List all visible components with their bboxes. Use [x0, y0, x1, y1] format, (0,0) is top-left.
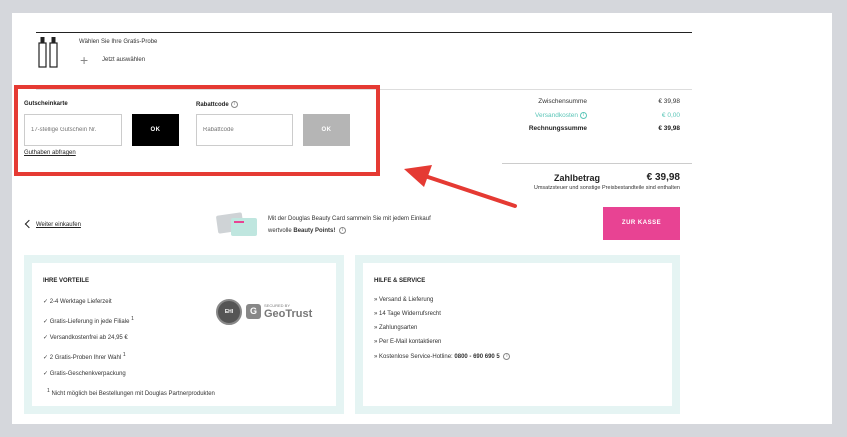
help-item-0: Versand & Lieferung	[379, 297, 434, 303]
chevron-left-icon	[24, 219, 34, 229]
sample-title: Wählen Sie Ihre Gratis-Probe	[79, 39, 158, 45]
benefit-item: ✓ Versandkostenfrei ab 24,95 €	[43, 335, 128, 341]
help-link[interactable]: » Zahlungsarten	[374, 325, 417, 331]
benefit-item: ✓ 2 Gratis-Proben Ihrer Wahl 1	[43, 352, 126, 361]
benefit-item-4: Gratis-Geschenkverpackung	[49, 371, 126, 377]
total-value: € 39,98	[646, 172, 680, 183]
benefits-box-inner: IHRE VORTEILE ✓ 2-4 Werktage Lieferzeit …	[32, 263, 336, 406]
hotline-prefix: Kostenlose Service-Hotline:	[379, 354, 453, 361]
geotrust-big: GeoTrust	[264, 308, 313, 320]
benefit-item-0: 2-4 Werktage Lieferzeit	[49, 299, 112, 305]
footnote-mark: 1	[47, 388, 50, 394]
beauty-line2-prefix: wertvolle	[268, 228, 292, 234]
plus-icon[interactable]: +	[80, 53, 88, 67]
perfume-sample-icon	[38, 37, 58, 68]
arrow-icon	[404, 165, 517, 208]
help-box-inner: HILFE & SERVICE » Versand & Lieferung » …	[363, 263, 672, 406]
help-link[interactable]: » Versand & Lieferung	[374, 297, 433, 303]
continue-shopping-link[interactable]: Weiter einkaufen	[24, 219, 81, 229]
benefit-item-1: Gratis-Lieferung in jede Filiale	[49, 319, 130, 325]
invoice-label: Rechnungssumme	[528, 125, 587, 132]
continue-shopping-label: Weiter einkaufen	[36, 221, 81, 228]
divider	[502, 163, 692, 164]
subtotal-value: € 39,98	[658, 98, 680, 105]
select-sample-link[interactable]: Jetzt auswählen	[102, 57, 145, 63]
help-box: HILFE & SERVICE » Versand & Lieferung » …	[355, 255, 680, 414]
beauty-points-text: Beauty Points!	[293, 228, 336, 234]
hotline: » Kostenlose Service-Hotline: 0800 - 690…	[374, 353, 511, 361]
cart-page: Wählen Sie Ihre Gratis-Probe + Jetzt aus…	[12, 13, 832, 424]
help-item-3: Per E-Mail kontaktieren	[379, 339, 442, 345]
help-link[interactable]: » Per E-Mail kontaktieren	[374, 339, 441, 345]
beauty-card-icon	[216, 212, 257, 236]
shipping-label-text: Versandkosten	[534, 112, 578, 120]
help-item-1: 14 Tage Widerrufsrecht	[379, 311, 441, 317]
benefit-item: ✓ 2-4 Werktage Lieferzeit	[43, 299, 112, 305]
beauty-line1: Mit der Douglas Beauty Card sammeln Sie …	[268, 216, 431, 222]
help-item-2: Zahlungsarten	[379, 325, 418, 331]
help-link[interactable]: » 14 Tage Widerrufsrecht	[374, 311, 441, 317]
subtotal-label: Zwischensumme	[538, 98, 587, 105]
shipping-label: Versandkosten i	[467, 112, 587, 119]
info-icon[interactable]: i	[503, 353, 511, 360]
geotrust-logo[interactable]: G SECURED BY GeoTrust	[246, 303, 316, 323]
info-icon[interactable]: i	[339, 226, 347, 234]
hotline-number[interactable]: 0800 - 690 690 5	[454, 354, 499, 360]
divider	[36, 32, 692, 33]
footnote-text: Nicht möglich bei Bestellungen mit Dougl…	[51, 391, 215, 397]
benefits-box: IHRE VORTEILE ✓ 2-4 Werktage Lieferzeit …	[24, 255, 344, 414]
beauty-line2: wertvolle Beauty Points! i	[268, 225, 508, 237]
footnote-mark: 1	[122, 352, 126, 358]
benefit-item-3: 2 Gratis-Proben Ihrer Wahl	[49, 355, 122, 361]
invoice-value: € 39,98	[658, 125, 680, 132]
benefit-item-2: Versandkostenfrei ab 24,95 €	[49, 335, 128, 341]
beauty-card-text: Mit der Douglas Beauty Card sammeln Sie …	[268, 213, 508, 237]
benefit-item: ✓ Gratis-Geschenkverpackung	[43, 371, 126, 377]
footnote-mark: 1	[131, 316, 134, 322]
ehi-seal-icon[interactable]: EHI	[216, 299, 242, 325]
benefits-title: IHRE VORTEILE	[43, 278, 90, 284]
geotrust-icon: G	[246, 304, 261, 319]
shipping-value: € 0,00	[661, 112, 680, 119]
checkout-button[interactable]: ZUR KASSE	[603, 207, 680, 240]
highlight-box	[14, 85, 380, 176]
benefit-item: ✓ Gratis-Lieferung in jede Filiale 1	[43, 316, 134, 325]
benefit-footnote: 1 Nicht möglich bei Bestellungen mit Dou…	[47, 388, 215, 397]
info-icon[interactable]: i	[580, 112, 587, 119]
help-title: HILFE & SERVICE	[374, 278, 426, 284]
